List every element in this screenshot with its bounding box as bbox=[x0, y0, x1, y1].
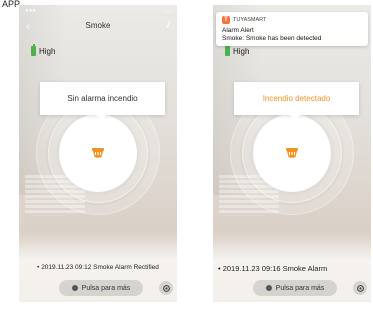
battery-label: High bbox=[39, 46, 56, 56]
battery-indicator: High bbox=[225, 44, 250, 56]
battery-label: High bbox=[233, 46, 250, 56]
settings-button[interactable] bbox=[353, 281, 367, 295]
smoke-detector-icon bbox=[286, 148, 298, 158]
notification-body: Smoke: Smoke has been detected bbox=[222, 35, 322, 42]
push-notification[interactable]: T TUYASMART Alarm Alert Smoke: Smoke has… bbox=[216, 12, 368, 46]
smoke-detector-icon bbox=[92, 148, 104, 158]
signal-icon: ●●● bbox=[25, 8, 36, 14]
status-text: Sin alarma incendio bbox=[67, 94, 138, 103]
latest-log: • 2019.11.23 09:12 Smoke Alarm Rectified bbox=[37, 264, 159, 271]
settings-button[interactable] bbox=[159, 281, 173, 295]
status-popup: Incendio detectado bbox=[234, 82, 359, 120]
gear-icon bbox=[162, 284, 170, 292]
notification-title: Alarm Alert bbox=[222, 27, 254, 34]
status-popup: Sin alarma incendio bbox=[40, 82, 165, 120]
tuya-app-icon: T bbox=[222, 16, 230, 24]
more-button-label: Pulsa para más bbox=[81, 284, 131, 292]
battery-icon bbox=[31, 44, 36, 56]
more-button-label: Pulsa para más bbox=[275, 284, 325, 292]
notification-app-name: TUYASMART bbox=[233, 17, 267, 23]
battery-icon bbox=[225, 44, 230, 56]
app-label: APP bbox=[2, 0, 21, 9]
latest-log: • 2019.11.23 09:16 Smoke Alarm bbox=[218, 264, 328, 273]
notification-header: T TUYASMART bbox=[222, 16, 266, 24]
more-icon bbox=[265, 285, 272, 291]
more-button[interactable]: Pulsa para más bbox=[253, 280, 337, 296]
phone-screen-normal: ●●● ▭ ‹ Smoke High Sin alarma incendio •… bbox=[19, 5, 177, 302]
battery-indicator: High bbox=[31, 44, 56, 56]
page-title: Smoke bbox=[85, 21, 111, 30]
status-text: Incendio detectado bbox=[262, 94, 331, 103]
gear-icon bbox=[356, 284, 364, 292]
more-button[interactable]: Pulsa para más bbox=[59, 280, 143, 296]
battery-status-icon: ▭ bbox=[165, 9, 171, 15]
status-bar: ●●● ▭ bbox=[25, 8, 171, 16]
more-icon bbox=[71, 285, 78, 291]
phone-screen-alarm: High Incendio detectado • 2019.11.23 09:… bbox=[213, 5, 371, 302]
